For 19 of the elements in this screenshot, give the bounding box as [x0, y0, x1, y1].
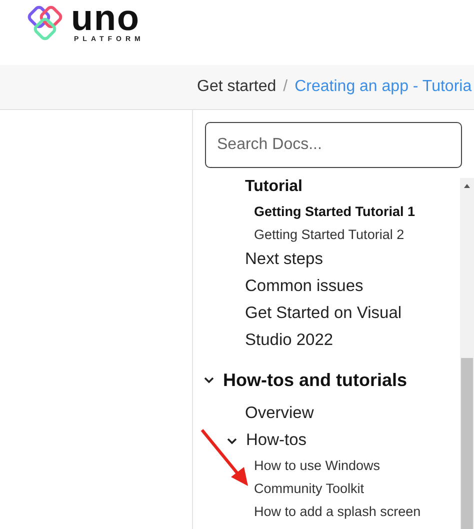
toc-section-title[interactable]: How-tos and tutorials	[223, 366, 407, 394]
toc-link[interactable]: How to use Windows	[254, 454, 380, 477]
toc-link[interactable]: How-tos	[246, 427, 307, 454]
scroll-up-icon[interactable]	[464, 184, 470, 188]
toc-link[interactable]: Getting Started Tutorial 1	[254, 200, 416, 223]
toc-link[interactable]: Getting Started Tutorial 2	[254, 223, 404, 246]
toc-link[interactable]: How to add a splash screen	[254, 500, 421, 523]
toc-link[interactable]: Overview	[245, 400, 425, 427]
toc-group-title[interactable]: Tutorial	[245, 178, 302, 196]
breadcrumb-separator: /	[283, 77, 288, 97]
scrollbar-thumb[interactable]	[461, 358, 473, 529]
search-field[interactable]: Search Docs...	[205, 122, 462, 168]
toc-link[interactable]: Community Toolkit	[254, 477, 364, 500]
breadcrumb-item[interactable]: Get started	[197, 75, 276, 99]
toc-link[interactable]: Next steps	[245, 246, 425, 273]
scrollbar[interactable]	[460, 178, 474, 529]
logo-wordmark: uno	[71, 2, 141, 34]
toc-link[interactable]: Get Started on Visual Studio 2022	[245, 300, 425, 354]
toc-link[interactable]: Common issues	[245, 273, 425, 300]
